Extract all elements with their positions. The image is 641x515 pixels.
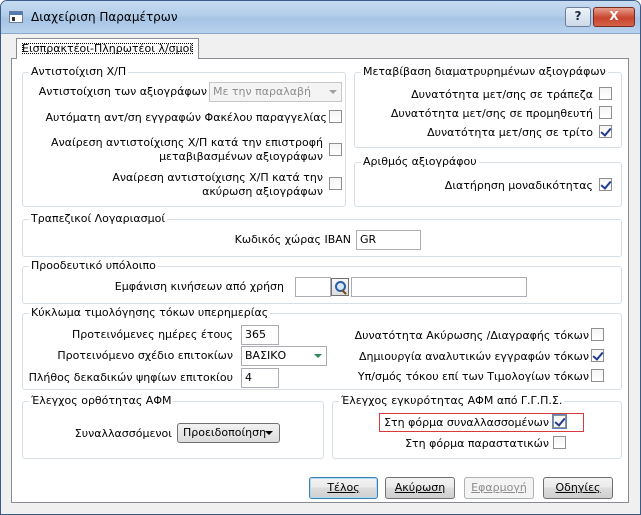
- chevron-down-icon: [329, 90, 337, 94]
- counterparties-form-label: Στη φόρμα συναλλασσομένων: [384, 416, 549, 429]
- group-title: Τραπεζικοί Λογαριασμοί: [29, 212, 168, 225]
- auto-match-label: Αυτόματη αντ/ση εγγραφών Φακέλου παραγγε…: [45, 111, 327, 124]
- group-title: Προοδευτικό υπόλοιπο: [29, 259, 158, 272]
- group-title: Αντιστοίχιση Χ/Π: [29, 65, 129, 78]
- afm-check-value: Προειδοποίηση: [183, 426, 267, 439]
- year-days-input[interactable]: 365: [241, 325, 279, 345]
- tab-label: Εισπρακτέοι-Πληρωτέοι λ/σμοί: [22, 42, 194, 55]
- help-title-button[interactable]: ?: [565, 7, 591, 27]
- group-document-number: Αριθμός αξιογράφου Διατήρηση μοναδικότητ…: [354, 155, 622, 207]
- cancel-button-label: Ακύρωση: [394, 481, 446, 494]
- rate-plan-combo[interactable]: ΒΑΣΙΚΟ: [241, 346, 327, 366]
- chevron-down-icon: [265, 431, 273, 435]
- app-window-icon: [9, 11, 23, 23]
- lookup-search-icon[interactable]: [331, 278, 349, 296]
- counterparties-form-checkbox[interactable]: [552, 414, 567, 429]
- decimals-label: Πλήθος δεκαδικών ψηφίων επιτοκίου: [28, 371, 233, 384]
- ok-button[interactable]: Τέλος: [309, 477, 378, 499]
- auto-match-checkbox[interactable]: [329, 110, 342, 123]
- iban-country-input[interactable]: GR: [356, 230, 421, 250]
- transfer-supplier-label: Δυνατότητα μετ/σης σε προμηθευτή: [390, 107, 593, 120]
- transfer-bank-label: Δυνατότητα μετ/σης σε τράπεζα: [411, 88, 593, 101]
- transfer-third-checkbox[interactable]: [599, 125, 612, 138]
- afm-check-dropdown[interactable]: Προειδοποίηση: [177, 423, 280, 443]
- group-afm-correctness: Έλεγχος ορθότητας ΑΦΜ Συναλλασσόμενοι Πρ…: [22, 394, 324, 459]
- group-title: Κύκλωμα τιμολόγησης τόκων υπερημερίας: [29, 306, 271, 319]
- show-from-year-label: Εμφάνιση κινήσεων από χρήση: [114, 280, 284, 293]
- decimals-input[interactable]: 4: [241, 368, 279, 388]
- group-title: Μεταβίβαση διαματρυρημένων αξιογράφων: [361, 65, 608, 78]
- interest-on-invoices-checkbox[interactable]: [591, 369, 604, 382]
- group-bank-accounts: Τραπεζικοί Λογαριασμοί Κωδικός χώρας IBA…: [22, 212, 622, 257]
- cancel-interest-label: Δυνατότητα Ακύρωσης /Διαγραφής τόκων: [354, 329, 589, 342]
- matching-combo[interactable]: Με την παραλαβή: [209, 82, 342, 102]
- documents-form-label: Στη φόρμα παραστατικών: [405, 437, 549, 450]
- dialog-window: Διαχείριση Παραμέτρων ? X Εισπρακτέοι-Πλ…: [0, 0, 641, 515]
- matching-label: Αντιστοίχιση των αξιογράφων: [38, 85, 207, 98]
- counterparties-label: Συναλλασσόμενοι: [74, 427, 172, 440]
- help-button[interactable]: Οδηγίες: [543, 477, 613, 499]
- group-interest-invoicing: Κύκλωμα τιμολόγησης τόκων υπερημερίας Πρ…: [22, 306, 622, 390]
- window-title: Διαχείριση Παραμέτρων: [31, 10, 178, 24]
- close-window-button[interactable]: X: [593, 7, 635, 27]
- undo-match-cancel-checkbox[interactable]: [329, 177, 342, 190]
- year-days-label: Προτεινόμενες ημέρες έτους: [71, 328, 233, 341]
- year-description-input[interactable]: [351, 277, 527, 297]
- transfer-third-label: Δυνατότητα μετ/σης σε τρίτο: [427, 126, 593, 139]
- cancel-button[interactable]: Ακύρωση: [385, 477, 455, 499]
- transfer-supplier-checkbox[interactable]: [599, 106, 612, 119]
- cancel-interest-checkbox[interactable]: [591, 328, 604, 341]
- analytic-entries-label: Δημιουργία αναλυτικών εγγραφών τόκων: [359, 350, 589, 363]
- tab-panel: Αντιστοίχιση Χ/Π Αντιστοίχιση των αξιογρ…: [11, 58, 629, 503]
- apply-button[interactable]: Εφαρμογή: [464, 477, 534, 499]
- ok-button-label: Τέλος: [327, 481, 360, 494]
- iban-country-label: Κωδικός χώρας IBAN: [234, 233, 351, 246]
- group-title: Αριθμός αξιογράφου: [361, 155, 479, 168]
- group-title: Έλεγχος εγκυρότητας ΑΦΜ από Γ.Γ.Π.Σ.: [339, 394, 565, 407]
- analytic-entries-checkbox[interactable]: [591, 349, 604, 362]
- group-title: Έλεγχος ορθότητας ΑΦΜ: [29, 394, 174, 407]
- chevron-down-icon: [314, 354, 322, 358]
- undo-match-return-checkbox[interactable]: [329, 143, 342, 156]
- group-transfer: Μεταβίβαση διαματρυρημένων αξιογράφων Δυ…: [354, 65, 622, 148]
- apply-button-label: Εφαρμογή: [471, 481, 527, 494]
- matching-combo-value: Με την παραλαβή: [213, 85, 312, 98]
- rate-plan-label: Προτεινόμενο σχέδιο επιτοκίων: [57, 349, 233, 362]
- documents-form-checkbox[interactable]: [553, 436, 566, 449]
- tab-receivables-payables[interactable]: Εισπρακτέοι-Πληρωτέοι λ/σμοί: [16, 38, 200, 59]
- unique-number-checkbox[interactable]: [599, 178, 612, 191]
- dialog-client-area: Εισπρακτέοι-Πληρωτέοι λ/σμοί Αντιστοίχισ…: [8, 35, 633, 508]
- unique-number-label: Διατήρηση μοναδικότητας: [444, 179, 593, 192]
- interest-on-invoices-label: Υπ/σμός τόκου επί των Τιμολογίων τόκων: [357, 370, 589, 383]
- undo-match-cancel-label: Αναίρεση αντιστοίχισης Χ/Π κατά την ακύρ…: [112, 171, 323, 198]
- rate-plan-value: ΒΑΣΙΚΟ: [245, 349, 287, 362]
- group-afm-validity: Έλεγχος εγκυρότητας ΑΦΜ από Γ.Γ.Π.Σ. Στη…: [332, 394, 622, 459]
- help-button-label: Οδηγίες: [555, 481, 601, 494]
- group-progressive-balance: Προοδευτικό υπόλοιπο Εμφάνιση κινήσεων α…: [22, 259, 622, 304]
- group-xp-matching: Αντιστοίχιση Χ/Π Αντιστοίχιση των αξιογρ…: [22, 65, 346, 207]
- undo-match-return-label: Αναίρεση αντιστοίχισης Χ/Π κατά την επισ…: [51, 136, 323, 163]
- transfer-bank-checkbox[interactable]: [599, 87, 612, 100]
- year-code-input[interactable]: [295, 277, 331, 297]
- title-bar[interactable]: Διαχείριση Παραμέτρων ? X: [1, 1, 640, 34]
